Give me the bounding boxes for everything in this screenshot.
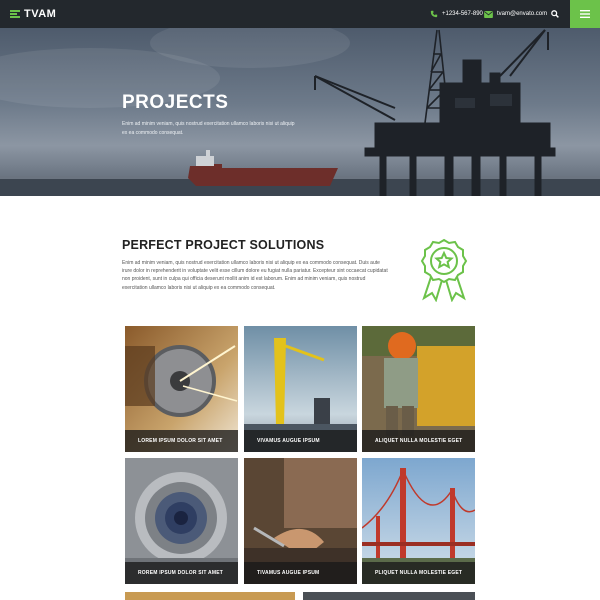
hero-banner: PROJECTS Enim ad minim veniam, quis nost… bbox=[0, 28, 600, 196]
logo-text: TVAM bbox=[24, 8, 57, 20]
next-row-preview bbox=[303, 592, 475, 600]
hamburger-icon bbox=[580, 10, 590, 18]
search-button[interactable] bbox=[540, 0, 570, 28]
project-caption: VIVAMUS AUGUE IPSUM bbox=[244, 430, 357, 452]
project-caption: LOREM IPSUM DOLOR SIT AMET bbox=[125, 430, 238, 452]
project-card[interactable]: TIVAMUS AUGUE IPSUM bbox=[244, 458, 357, 584]
search-icon bbox=[551, 10, 559, 18]
mail-icon bbox=[484, 10, 493, 18]
next-row-preview bbox=[125, 592, 295, 600]
project-caption: ROREM IPSUM DOLOR SIT AMET bbox=[125, 562, 238, 584]
logo-icon bbox=[10, 10, 20, 18]
phone-contact[interactable]: +1234-567-890 bbox=[430, 0, 483, 28]
award-badge-icon bbox=[420, 238, 468, 302]
project-caption: TIVAMUS AUGUE IPSUM bbox=[244, 562, 357, 584]
top-navbar: TVAM +1234-567-890 tvam@envato.com bbox=[0, 0, 600, 28]
hero-description: Enim ad minim veniam, quis nostrud exerc… bbox=[122, 121, 295, 136]
project-caption: PLIQUET NULLA MOLESTIE EGET bbox=[362, 562, 475, 584]
project-card[interactable]: VIVAMUS AUGUE IPSUM bbox=[244, 326, 357, 452]
email-contact[interactable]: tvam@envato.com bbox=[484, 0, 547, 28]
hero-title: PROJECTS bbox=[122, 92, 229, 113]
project-card[interactable]: LOREM IPSUM DOLOR SIT AMET bbox=[125, 326, 238, 452]
solutions-heading: PERFECT PROJECT SOLUTIONS bbox=[122, 238, 325, 252]
phone-icon bbox=[430, 10, 438, 18]
project-card[interactable]: ROREM IPSUM DOLOR SIT AMET bbox=[125, 458, 238, 584]
oil-rig-illustration bbox=[0, 29, 600, 196]
project-card[interactable]: PLIQUET NULLA MOLESTIE EGET bbox=[362, 458, 475, 584]
phone-number: +1234-567-890 bbox=[442, 11, 483, 17]
solutions-paragraph: Enim ad minim veniam, quis nostrud exerc… bbox=[122, 260, 388, 291]
project-card[interactable]: ALIQUET NULLA MOLESTIE EGET bbox=[362, 326, 475, 452]
logo[interactable]: TVAM bbox=[10, 8, 56, 20]
menu-button[interactable] bbox=[570, 0, 600, 28]
project-caption: ALIQUET NULLA MOLESTIE EGET bbox=[362, 430, 475, 452]
